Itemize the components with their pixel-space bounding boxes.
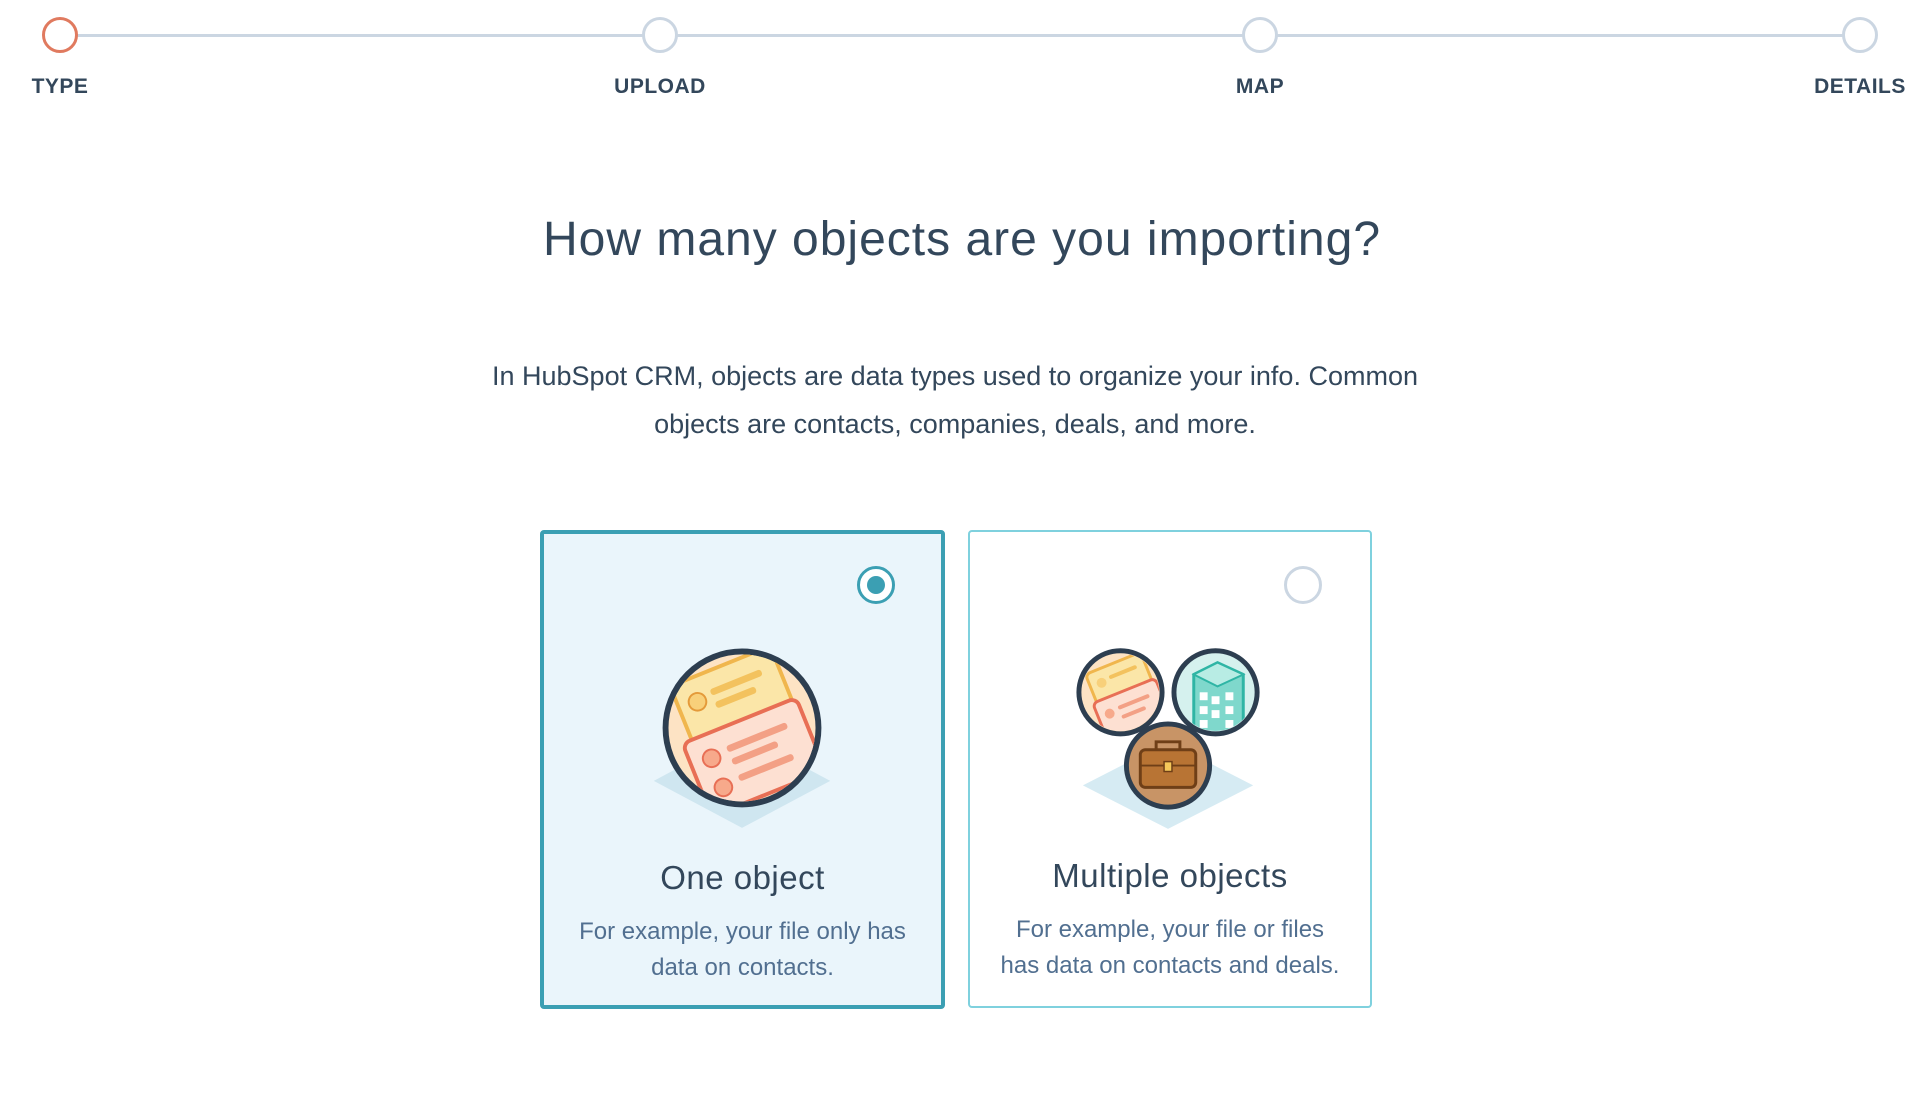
option-multiple-objects-card[interactable]: Multiple objects For example, your file … bbox=[968, 530, 1372, 1008]
radio-selected-dot bbox=[867, 576, 885, 594]
multiple-objects-description: For example, your file or files has data… bbox=[970, 912, 1370, 984]
page-title: How many objects are you importing? bbox=[542, 213, 1382, 266]
step-map-indicator[interactable] bbox=[1242, 17, 1278, 53]
step-details-indicator[interactable] bbox=[1842, 17, 1878, 53]
step-type-label: TYPE bbox=[31, 75, 89, 98]
multiple-objects-desc-line-2: has data on contacts and deals. bbox=[1000, 952, 1340, 979]
stepper-track bbox=[60, 34, 1860, 37]
step-upload-label: UPLOAD bbox=[614, 75, 706, 98]
intro-line-1: In HubSpot CRM, objects are data types u… bbox=[492, 361, 1418, 391]
intro-line-2: objects are contacts, companies, deals, … bbox=[654, 409, 1256, 439]
step-details-label: DETAILS bbox=[1814, 75, 1906, 98]
contacts-stack-icon bbox=[653, 648, 831, 828]
multiple-objects-desc-line-1: For example, your file or files bbox=[1015, 916, 1325, 943]
option-one-object-card[interactable]: One object For example, your file only h… bbox=[540, 530, 945, 1009]
one-object-desc-line-2: data on contacts. bbox=[651, 954, 834, 981]
multiple-objects-title: Multiple objects bbox=[1052, 857, 1288, 894]
step-details[interactable]: DETAILS bbox=[1760, 0, 1924, 99]
step-map[interactable]: MAP bbox=[1160, 0, 1360, 99]
one-object-description: For example, your file only has data on … bbox=[544, 914, 941, 986]
step-map-label: MAP bbox=[1235, 75, 1285, 98]
one-object-desc-line-1: For example, your file only has bbox=[579, 918, 906, 945]
multiple-objects-icon bbox=[1076, 648, 1260, 829]
one-object-title: One object bbox=[660, 859, 825, 896]
step-upload[interactable]: UPLOAD bbox=[560, 0, 760, 99]
step-upload-indicator[interactable] bbox=[642, 17, 678, 53]
import-stepper: TYPE UPLOAD MAP DETAILS bbox=[0, 0, 1924, 120]
intro-text: In HubSpot CRM, objects are data types u… bbox=[450, 352, 1460, 448]
step-type-indicator[interactable] bbox=[42, 17, 78, 53]
step-type[interactable]: TYPE bbox=[0, 0, 160, 99]
